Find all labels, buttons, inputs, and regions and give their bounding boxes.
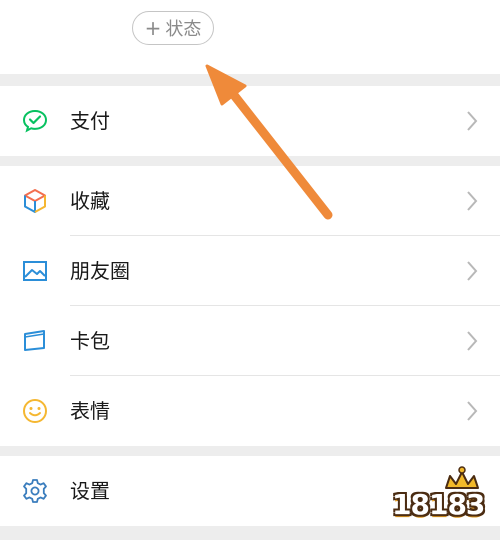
watermark-text: 18183	[392, 488, 485, 521]
settings-gear-icon	[23, 479, 47, 503]
menu-item-label: 支付	[70, 109, 110, 133]
emoji-smile-icon	[23, 399, 47, 423]
menu-item-favorites[interactable]: 收藏	[0, 166, 500, 236]
status-label: 状态	[165, 19, 202, 40]
menu-item-card-wallet[interactable]: 卡包	[0, 306, 500, 376]
wechat-pay-icon	[22, 109, 48, 133]
profile-header: + 状态	[0, 0, 500, 74]
chevron-right-icon	[467, 111, 478, 131]
menu-group-pay: 支付	[0, 86, 500, 156]
status-button[interactable]: + 状态	[132, 11, 214, 45]
menu-item-stickers[interactable]: 表情	[0, 376, 500, 446]
chevron-right-icon	[467, 261, 478, 281]
menu-group-main: 收藏 朋友圈 卡包 表情	[0, 166, 500, 446]
menu-item-moments[interactable]: 朋友圈	[0, 236, 500, 306]
favorites-cube-icon	[24, 189, 46, 213]
menu-item-label: 朋友圈	[70, 259, 130, 283]
watermark-logo: 18183	[388, 464, 496, 534]
menu-item-label: 收藏	[70, 189, 110, 213]
menu-item-label: 表情	[70, 399, 110, 423]
moments-picture-icon	[23, 261, 47, 281]
menu-item-label: 卡包	[70, 329, 110, 353]
chevron-right-icon	[467, 331, 478, 351]
chevron-right-icon	[467, 191, 478, 211]
menu-item-pay[interactable]: 支付	[0, 86, 500, 156]
menu-item-label: 设置	[70, 479, 110, 503]
chevron-right-icon	[467, 401, 478, 421]
card-wallet-icon	[24, 330, 45, 351]
plus-icon: +	[144, 16, 162, 40]
